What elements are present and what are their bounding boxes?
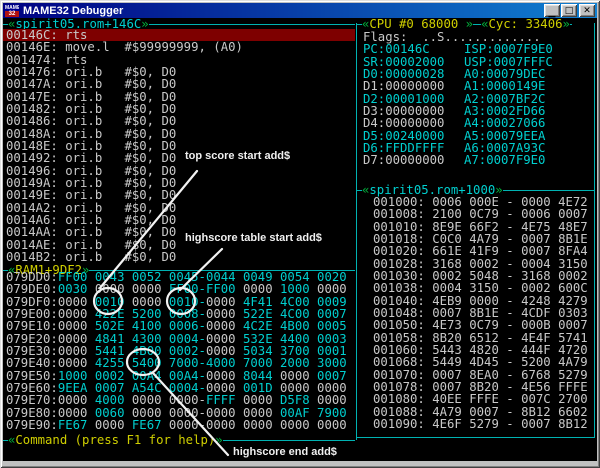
title-bar[interactable]: MAME 32 MAME32 Debugger ▁ □ ✕: [3, 3, 597, 18]
register-value: A7:0007F9E0: [464, 153, 545, 167]
mame32-icon-top: MAME: [5, 5, 19, 11]
maximize-button[interactable]: □: [561, 4, 577, 17]
disasm-row[interactable]: 00146E: move.l #$99999999, (A0): [3, 41, 355, 53]
memory-row[interactable]: 001080: 40EE FFFE - 007C 2700: [370, 393, 597, 405]
cpu-header: «CPU #0 68000 »«Cyc: 33406»: [357, 18, 594, 30]
close-button[interactable]: ✕: [579, 4, 595, 17]
chevron-right-icon: »: [215, 434, 222, 446]
cpu-title: CPU #0 68000: [369, 18, 458, 30]
memory-cell: 0000: [243, 418, 280, 432]
minimize-button[interactable]: ▁: [544, 4, 560, 17]
memory-cell: FE67: [58, 418, 95, 432]
chevron-right-icon: »: [466, 18, 473, 30]
memory-cell: 0000: [206, 418, 243, 432]
minimize-icon: ▁: [549, 8, 556, 18]
cycles-label: Cyc:: [488, 18, 518, 30]
chevron-right-icon: »: [563, 18, 570, 30]
command-bar[interactable]: «Command (press F1 for help)»: [3, 434, 355, 446]
memory-row[interactable]: 001020: 661E 41F9 - 0007 8FA4: [370, 245, 597, 257]
disasm-row[interactable]: 001486: ori.b #$0, D0: [3, 115, 355, 127]
register-value: D7:00000000: [363, 154, 464, 166]
disasm-row[interactable]: 00147A: ori.b #$0, D0: [3, 78, 355, 90]
memory-row[interactable]: 001068: 5449 4D45 - 5200 4A79: [370, 356, 597, 368]
right-border-line: [594, 23, 595, 438]
chevron-left-icon: «: [362, 18, 369, 30]
register-panel: Flags: ..S............. PC:00146CISP:000…: [360, 31, 594, 167]
rom-dump-bottom-rule: [357, 437, 594, 438]
debugger-client-area: «spirit05.rom+146C» 00146C: rts00146E: m…: [3, 18, 597, 461]
disasm-listing: 00146C: rts00146E: move.l #$99999999, (A…: [3, 29, 355, 263]
register-row: D7:00000000A7:0007F9E0: [360, 154, 594, 166]
cycles-value: 33406: [526, 18, 563, 30]
memory-row[interactable]: 001038: 0004 3150 - 0002 600C: [370, 282, 597, 294]
rom-dump: 001000: 0006 000E - 0000 4E72001008: 210…: [370, 196, 597, 430]
memory-cell: 0000: [280, 418, 317, 432]
annotation-top-score: top score start add$: [185, 150, 290, 162]
disasm-row[interactable]: 001492: ori.b #$0, D0: [3, 152, 355, 164]
memory-row[interactable]: 079E90:FE67 0000 FE67 0000-0000 0000 000…: [3, 419, 355, 431]
close-icon: ✕: [583, 6, 591, 16]
debugger-window: MAME 32 MAME32 Debugger ▁ □ ✕ «spirit05.…: [0, 0, 600, 468]
chevron-left-icon: «: [362, 184, 369, 196]
memory-address: 079E90:: [6, 418, 58, 432]
mame32-icon-bottom: 32: [5, 11, 19, 17]
command-label: Command (press F1 for help): [15, 434, 215, 446]
memory-row[interactable]: 001090: 4E6F 5279 - 0007 8B12: [370, 418, 597, 430]
chevron-left-icon: «: [481, 18, 488, 30]
disasm-row[interactable]: 0014B2: ori.b #$0, D0: [3, 251, 355, 263]
register-value: PC:00146C: [363, 43, 464, 55]
mame32-icon: MAME 32: [5, 5, 19, 17]
chevron-left-icon: «: [8, 434, 15, 446]
memory-cell: 0000-: [169, 418, 206, 432]
register-value: D4:00000000: [363, 117, 464, 129]
panel-separator-line: [356, 23, 357, 440]
register-list: PC:00146CISP:0007F9E0SR:00002000USP:0007…: [360, 43, 594, 166]
register-value: D1:00000000: [363, 80, 464, 92]
annotation-table-end: highscore end add$: [233, 446, 337, 458]
memory-cell: 0000: [95, 418, 132, 432]
maximize-icon: □: [565, 6, 574, 16]
disasm-row[interactable]: 00149E: ori.b #$0, D0: [3, 189, 355, 201]
memory-cell: 0000: [317, 418, 347, 432]
ram-dump: 079DD0:FF00 0043 0052 0045-0044 0049 005…: [3, 271, 355, 431]
annotation-table-start: highscore table start add$: [185, 232, 322, 244]
memory-cell: FE67: [132, 418, 169, 432]
memory-row[interactable]: 001050: 4E73 0C79 - 000B 0007: [370, 319, 597, 331]
memory-row[interactable]: 001008: 2100 0C79 - 0006 0007: [370, 208, 597, 220]
window-title: MAME32 Debugger: [23, 5, 543, 17]
